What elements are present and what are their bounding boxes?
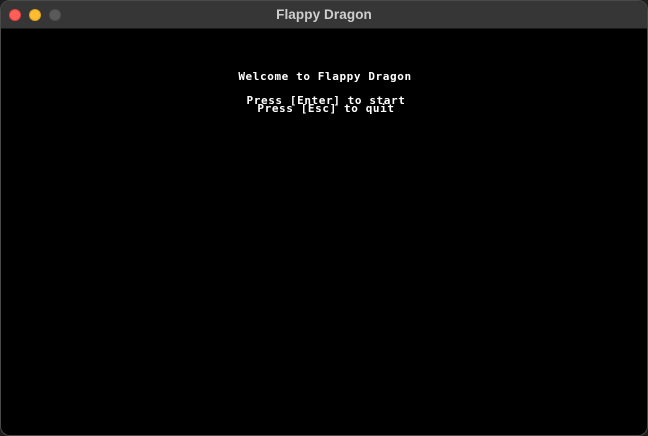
game-canvas[interactable]: Welcome to Flappy Dragon Press [Enter] t…	[1, 29, 647, 435]
title-bar[interactable]: Flappy Dragon	[1, 1, 647, 29]
welcome-text: Welcome to Flappy Dragon	[238, 70, 412, 83]
quit-instruction: Press [Esc] to quit	[257, 102, 395, 115]
game-window: Flappy Dragon Welcome to Flappy Dragon P…	[0, 0, 648, 436]
window-title: Flappy Dragon	[276, 7, 372, 22]
